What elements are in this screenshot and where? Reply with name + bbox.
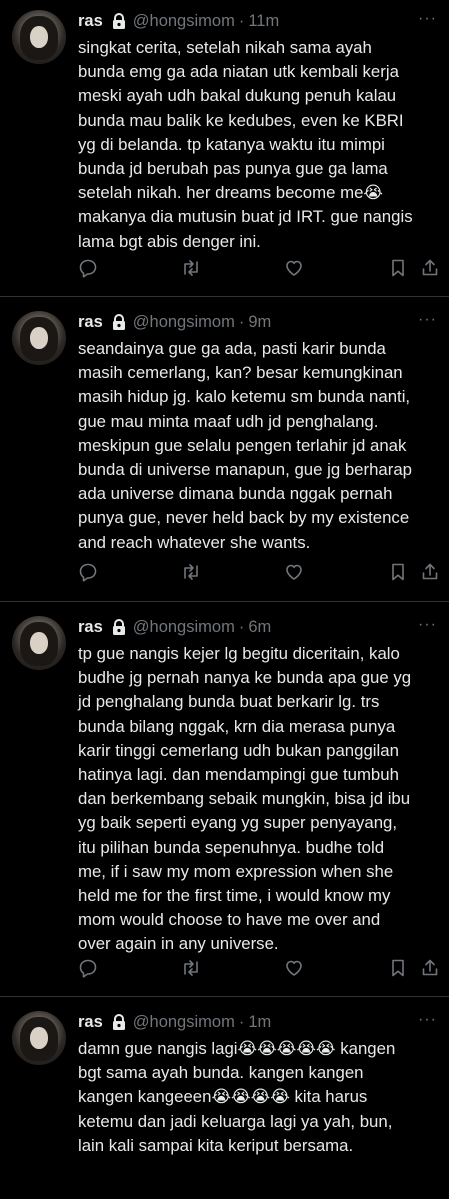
timestamp[interactable]: 1m [248,1013,271,1032]
tweet-text: damn gue nangis lagi😭😭😭😭😭 kangen bgt sam… [78,1039,396,1155]
tweet-header: ras @hongsimom · 1m [78,1011,437,1033]
divider [0,296,449,297]
more-options-icon[interactable]: ··· [418,311,437,329]
handle[interactable]: @hongsimom [133,12,235,31]
bookmark-icon[interactable] [388,958,410,980]
tweet[interactable]: ras @hongsimom · 6m ··· tp gue nangis ke… [0,606,449,996]
handle[interactable]: @hongsimom [133,1013,235,1032]
retweet-icon[interactable] [180,258,202,280]
avatar[interactable] [12,10,66,64]
heart-icon[interactable] [284,562,306,584]
timestamp[interactable]: 11m [248,12,279,31]
timestamp[interactable]: 9m [248,313,271,332]
tweet-text: singkat cerita, setelah nikah sama ayah … [78,38,413,251]
retweet-icon[interactable] [180,958,202,980]
reply-icon[interactable] [78,258,100,280]
display-name[interactable]: ras [78,1013,103,1032]
handle[interactable]: @hongsimom [133,618,235,637]
avatar[interactable] [12,616,66,670]
timestamp[interactable]: 6m [248,618,271,637]
display-name[interactable]: ras [78,618,103,637]
action-bar [78,258,444,284]
divider [0,601,449,602]
handle[interactable]: @hongsimom [133,313,235,332]
tweet-text: seandainya gue ga ada, pasti karir bunda… [78,339,413,552]
lock-icon [111,618,127,636]
heart-icon[interactable] [284,958,306,980]
separator-dot: · [238,617,245,636]
action-bar [78,958,444,984]
retweet-icon[interactable] [180,562,202,584]
lock-icon [111,313,127,331]
reply-icon[interactable] [78,958,100,980]
avatar[interactable] [12,1011,66,1065]
share-icon[interactable] [420,258,442,280]
separator-dot: · [238,312,245,331]
display-name[interactable]: ras [78,313,103,332]
tweet[interactable]: ras @hongsimom · 9m ··· seandainya gue g… [0,301,449,601]
share-icon[interactable] [420,562,442,584]
bookmark-icon[interactable] [388,562,410,584]
display-name[interactable]: ras [78,12,103,31]
lock-icon [111,1013,127,1031]
tweet-text: tp gue nangis kejer lg begitu diceritain… [78,644,412,954]
tweet-header: ras @hongsimom · 11m [78,10,437,32]
divider [0,996,449,997]
share-icon[interactable] [420,958,442,980]
lock-icon [111,12,127,30]
action-bar [78,562,444,588]
bookmark-icon[interactable] [388,258,410,280]
heart-icon[interactable] [284,258,306,280]
avatar[interactable] [12,311,66,365]
reply-icon[interactable] [78,562,100,584]
tweet-header: ras @hongsimom · 9m [78,311,437,333]
tweet[interactable]: ras @hongsimom · 11m ··· singkat cerita,… [0,0,449,296]
more-options-icon[interactable]: ··· [418,1011,437,1029]
separator-dot: · [238,1012,245,1031]
separator-dot: · [238,11,245,30]
tweet[interactable]: ras @hongsimom · 1m ··· damn gue nangis … [0,1001,449,1199]
more-options-icon[interactable]: ··· [418,10,437,28]
tweet-header: ras @hongsimom · 6m [78,616,437,638]
more-options-icon[interactable]: ··· [418,616,437,634]
